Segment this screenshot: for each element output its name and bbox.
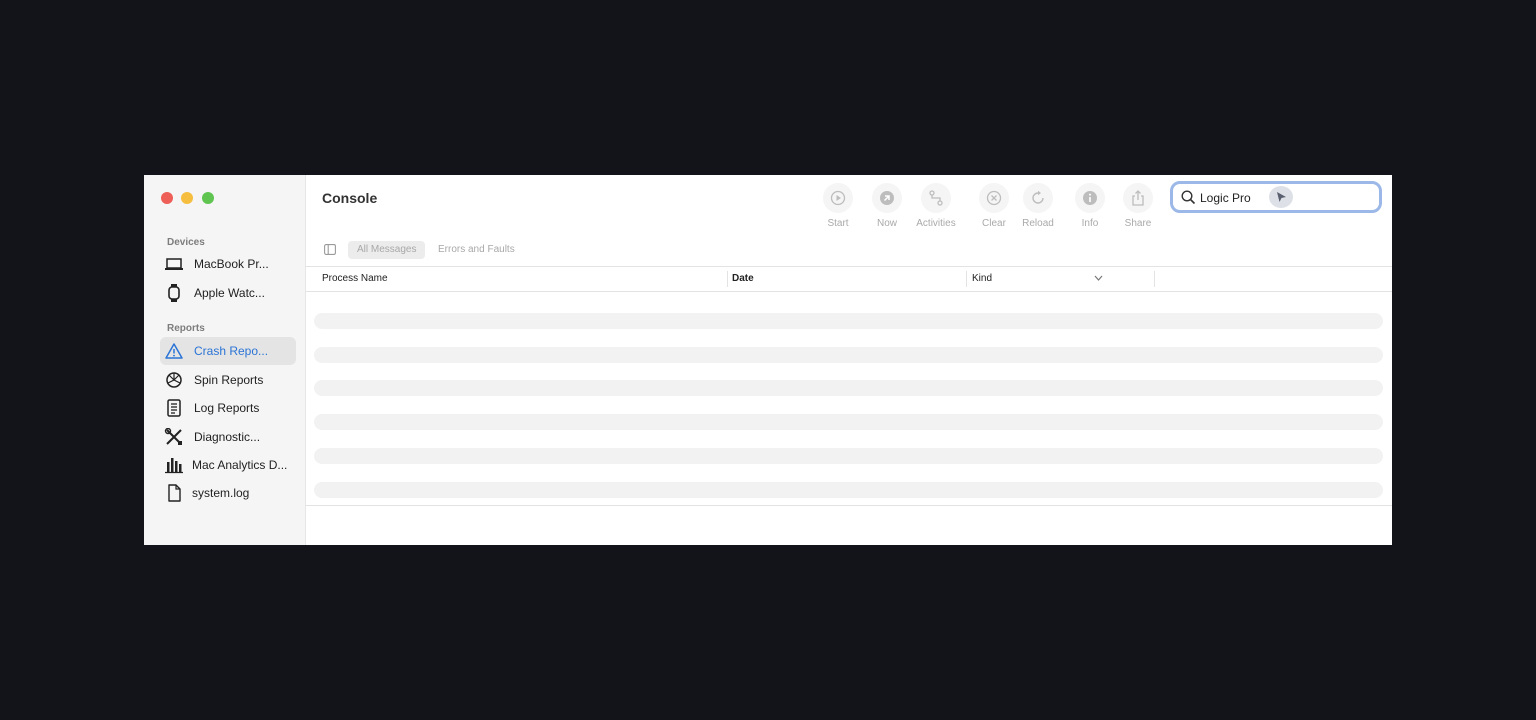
warning-triangle-icon xyxy=(164,342,184,360)
placeholder-row xyxy=(314,313,1383,329)
column-divider xyxy=(1154,271,1155,287)
reports-section-label: Reports xyxy=(167,323,205,334)
info-icon xyxy=(1075,183,1105,213)
window-title: Console xyxy=(322,190,378,206)
activities-icon xyxy=(921,183,951,213)
sidebar: Devices MacBook Pr... Apple Watc... Repo… xyxy=(144,175,306,545)
column-divider xyxy=(727,271,728,287)
sidebar-item-label: Log Reports xyxy=(194,401,260,415)
sidebar-item-diagnostic[interactable]: Diagnostic... xyxy=(160,423,296,451)
column-process-name[interactable]: Process Name xyxy=(322,273,388,284)
minimize-window-button[interactable] xyxy=(181,192,193,204)
placeholder-row xyxy=(314,448,1383,464)
table-divider xyxy=(306,505,1392,506)
sidebar-item-label: MacBook Pr... xyxy=(194,257,269,271)
sidebar-item-log-reports[interactable]: Log Reports xyxy=(160,394,296,422)
document-list-icon xyxy=(164,399,184,417)
sidebar-item-label: Apple Watc... xyxy=(194,286,265,300)
sidebar-item-label: Mac Analytics D... xyxy=(192,458,288,472)
share-label: Share xyxy=(1124,218,1152,229)
placeholder-row xyxy=(314,482,1383,498)
maximize-window-button[interactable] xyxy=(202,192,214,204)
share-icon xyxy=(1123,183,1153,213)
sidebar-item-label: Spin Reports xyxy=(194,373,264,387)
activities-button[interactable]: Activities xyxy=(911,182,961,232)
sidebar-item-label: Crash Repo... xyxy=(194,344,269,358)
jump-to-now-icon xyxy=(872,183,902,213)
sidebar-toggle-icon[interactable] xyxy=(324,244,336,255)
placeholder-row xyxy=(314,414,1383,430)
errors-and-faults-filter[interactable]: Errors and Faults xyxy=(429,241,524,259)
sidebar-item-label: Diagnostic... xyxy=(194,430,261,444)
search-field[interactable] xyxy=(1170,181,1382,213)
column-date[interactable]: Date xyxy=(732,273,754,284)
column-divider xyxy=(966,271,967,287)
console-window: Devices MacBook Pr... Apple Watc... Repo… xyxy=(144,175,1392,545)
spin-wheel-icon xyxy=(164,371,184,389)
bar-chart-icon xyxy=(164,456,184,474)
chevron-down-icon xyxy=(1094,275,1103,281)
tools-icon xyxy=(164,427,184,446)
pointer-cursor-icon xyxy=(1269,186,1293,208)
sidebar-item-spin-reports[interactable]: Spin Reports xyxy=(160,366,296,394)
devices-section-label: Devices xyxy=(167,237,205,248)
sidebar-item-macbook[interactable]: MacBook Pr... xyxy=(160,250,296,278)
laptop-icon xyxy=(164,255,184,273)
placeholder-row xyxy=(314,347,1383,363)
sidebar-item-crash-reports[interactable]: Crash Repo... xyxy=(160,337,296,365)
search-icon xyxy=(1181,190,1196,205)
watch-icon xyxy=(164,284,184,302)
clear-icon xyxy=(979,183,1009,213)
column-kind[interactable]: Kind xyxy=(972,273,992,284)
sidebar-item-mac-analytics[interactable]: Mac Analytics D... xyxy=(160,451,296,479)
reload-icon xyxy=(1023,183,1053,213)
sidebar-item-label: system.log xyxy=(192,486,250,500)
file-icon xyxy=(164,484,184,502)
play-icon xyxy=(823,183,853,213)
table-header: Process Name Date Kind xyxy=(306,266,1392,292)
all-messages-filter[interactable]: All Messages xyxy=(348,241,426,259)
close-window-button[interactable] xyxy=(161,192,173,204)
sidebar-item-system-log[interactable]: system.log xyxy=(160,479,296,507)
sidebar-item-apple-watch[interactable]: Apple Watc... xyxy=(160,279,296,307)
placeholder-row xyxy=(314,380,1383,396)
share-button[interactable]: Share xyxy=(1113,182,1163,232)
